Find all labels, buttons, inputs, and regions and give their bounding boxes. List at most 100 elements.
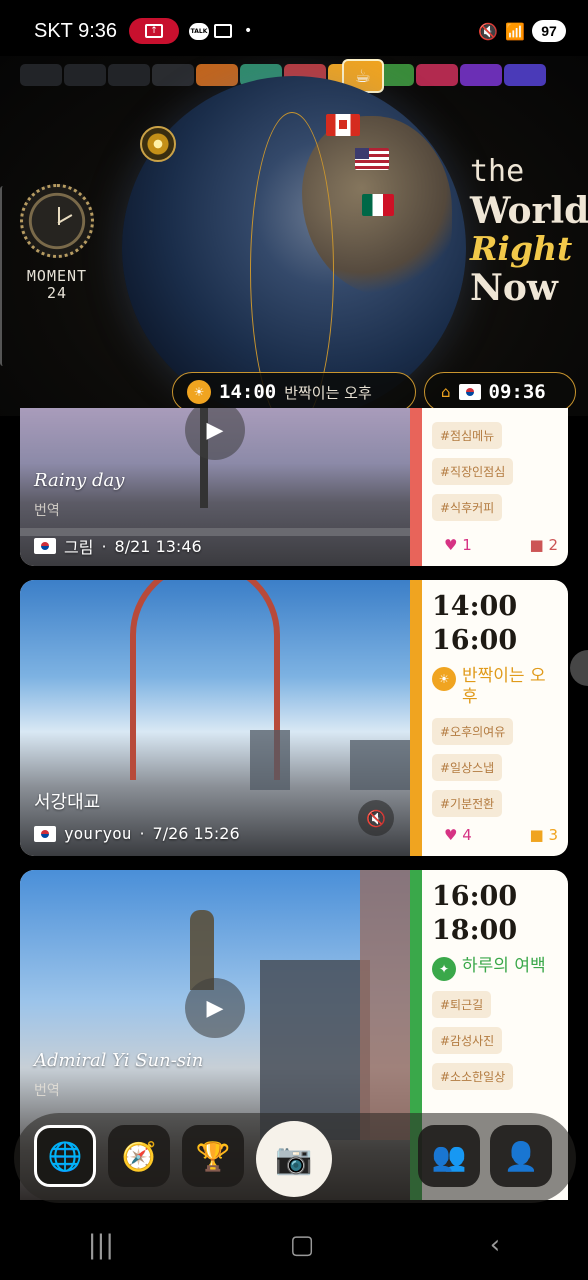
hashtag[interactable]: #일상스냅 xyxy=(432,754,503,781)
time-slot-swatch[interactable] xyxy=(416,64,458,86)
mute-video-icon[interactable]: 🔇 xyxy=(358,800,394,836)
back-icon[interactable]: ‹ xyxy=(490,1230,500,1260)
slot-end-time: 18:00 xyxy=(432,915,518,946)
system-nav-bar: ||| ▢ ‹ xyxy=(0,1210,588,1280)
friends-icon: 👥 xyxy=(431,1139,467,1173)
card-meta: 그림 · 8/21 13:46 xyxy=(34,534,202,558)
card-username[interactable]: 그림 xyxy=(64,534,93,558)
battery-indicator: 97 xyxy=(532,20,566,42)
slot-end-time: 16:00 xyxy=(432,625,518,656)
world-header: ☕ MOMENT 24 the World Right Now ☀ 14:00 … xyxy=(0,56,588,416)
brand-name: MOMENT 24 xyxy=(26,267,88,302)
slot-start-time: 14:00 xyxy=(432,591,518,622)
time-slot-swatch[interactable] xyxy=(20,64,62,86)
time-slot-swatch[interactable] xyxy=(460,64,502,86)
nav-explore-button[interactable]: 🧭 xyxy=(108,1125,170,1187)
korea-flag-icon xyxy=(34,538,56,554)
hashtag[interactable]: #식후커피 xyxy=(432,494,503,521)
sun-icon: ☀ xyxy=(432,667,456,691)
like-button[interactable]: ♥ 1 xyxy=(444,536,472,554)
card-icon xyxy=(214,24,233,38)
canada-flag-icon[interactable] xyxy=(326,114,360,136)
recent-apps-icon[interactable]: ||| xyxy=(88,1230,114,1260)
card-username[interactable]: youryou xyxy=(64,824,131,843)
status-time: SKT 9:36 xyxy=(34,19,118,42)
hashtag[interactable]: #퇴근길 xyxy=(432,991,492,1018)
mexico-flag-icon[interactable] xyxy=(362,194,394,216)
time-slot-swatch[interactable] xyxy=(108,64,150,86)
translate-link[interactable]: 번역 xyxy=(34,1080,60,1100)
time-slot-swatch[interactable] xyxy=(64,64,106,86)
hashtag[interactable]: #기분전환 xyxy=(432,790,503,817)
camera-icon: 📷 xyxy=(275,1141,313,1177)
current-slot-label: 반짝이는 오후 xyxy=(284,383,372,402)
sun-icon: ☀ xyxy=(187,380,211,404)
notification-dot-icon: • xyxy=(244,23,253,39)
hashtag[interactable]: #감성사진 xyxy=(432,1027,503,1054)
current-time-pill[interactable]: ☀ 14:00 반짝이는 오후 xyxy=(172,372,416,412)
time-slot-swatch[interactable] xyxy=(504,64,546,86)
nav-globe-button[interactable]: 🌐 xyxy=(34,1125,96,1187)
card-title: Admiral Yi Sun-sin xyxy=(34,1050,204,1071)
play-button[interactable]: ▶ xyxy=(185,408,245,460)
compass-icon: 🧭 xyxy=(121,1139,157,1173)
usa-flag-icon[interactable] xyxy=(355,148,389,170)
mute-icon: 🔇 xyxy=(478,21,499,41)
status-bar: SKT 9:36 ↑ TALK • 🔇 📶 97 xyxy=(0,0,588,62)
nav-friends-button[interactable]: 👥 xyxy=(418,1125,480,1187)
card-meta: youryou · 7/26 15:26 xyxy=(34,824,240,843)
card-date: 7/26 15:26 xyxy=(152,824,240,843)
headline: the World Right Now xyxy=(470,154,588,309)
play-button[interactable]: ▶ xyxy=(185,978,245,1038)
profile-icon: 👤 xyxy=(503,1139,539,1173)
hashtag[interactable]: #직장인점심 xyxy=(432,458,514,485)
hashtag[interactable]: #오후의여유 xyxy=(432,718,514,745)
walking-icon: ✦ xyxy=(432,957,456,981)
translate-link[interactable]: 번역 xyxy=(34,500,60,520)
slot-label: ✦ 하루의 여백 xyxy=(432,956,558,981)
home-icon: ⌂ xyxy=(441,383,451,401)
globe-icon: 🌐 xyxy=(47,1139,83,1173)
home-time-pill[interactable]: ⌂ 09:36 xyxy=(424,372,576,412)
card-title: Rainy day xyxy=(34,470,125,491)
slot-start-time: 16:00 xyxy=(432,881,518,912)
nav-profile-button[interactable]: 👤 xyxy=(490,1125,552,1187)
current-time: 14:00 xyxy=(219,381,277,403)
feed-card[interactable]: ▶ Rainy day 번역 그림 · 8/21 13:46 #점심메뉴 #직장… xyxy=(20,408,568,566)
sun-marker-icon xyxy=(140,126,176,162)
comment-button[interactable]: ■ 3 xyxy=(530,826,559,844)
current-meridian-ring xyxy=(250,112,334,416)
trophy-icon: 🏆 xyxy=(195,1139,231,1173)
card-date: 8/21 13:46 xyxy=(114,536,202,556)
edge-panel-handle[interactable] xyxy=(0,186,6,366)
moment24-clock-logo[interactable] xyxy=(20,184,94,258)
wifi-icon: 📶 xyxy=(505,21,525,41)
card-sidebar: #점심메뉴 #직장인점심 #식후커피 ♥ 1 ■ 2 xyxy=(422,408,568,566)
slot-color-stripe xyxy=(410,408,422,566)
hashtag[interactable]: #점심메뉴 xyxy=(432,422,503,449)
kakaotalk-icon: TALK xyxy=(189,22,210,40)
bottom-nav: 🌐 🧭 🏆 📷 👥 👤 xyxy=(14,1113,576,1203)
home-button-icon[interactable]: ▢ xyxy=(290,1230,315,1260)
time-slot-swatch[interactable] xyxy=(196,64,238,86)
nav-ranking-button[interactable]: 🏆 xyxy=(182,1125,244,1187)
time-slot-swatch[interactable] xyxy=(152,64,194,86)
like-button[interactable]: ♥ 4 xyxy=(444,826,472,844)
card-sidebar: 14:00 16:00 ☀ 반짝이는 오후 #오후의여유 #일상스냅 #기분전환… xyxy=(422,580,568,856)
korea-flag-icon xyxy=(458,384,481,400)
card-title: 서강대교 xyxy=(34,792,101,813)
camera-button[interactable]: 📷 xyxy=(256,1121,332,1197)
hashtag[interactable]: #소소한일상 xyxy=(432,1063,514,1090)
card-media[interactable]: ▶ Rainy day 번역 그림 · 8/21 13:46 xyxy=(20,408,410,566)
screen-record-icon: ↑ xyxy=(129,18,180,44)
floating-handle[interactable] xyxy=(570,650,588,686)
reactions: ♥ 4 ■ 3 xyxy=(444,826,558,844)
comment-button[interactable]: ■ 2 xyxy=(530,536,559,554)
korea-flag-icon xyxy=(34,825,56,842)
card-media[interactable]: 서강대교 youryou · 7/26 15:26 🔇 xyxy=(20,580,410,856)
slot-color-stripe xyxy=(410,580,422,856)
feed-card[interactable]: 서강대교 youryou · 7/26 15:26 🔇 14:00 16:00 … xyxy=(20,580,568,856)
slot-label: ☀ 반짝이는 오후 xyxy=(432,666,558,708)
home-time: 09:36 xyxy=(488,381,546,403)
reactions: ♥ 1 ■ 2 xyxy=(444,536,558,554)
